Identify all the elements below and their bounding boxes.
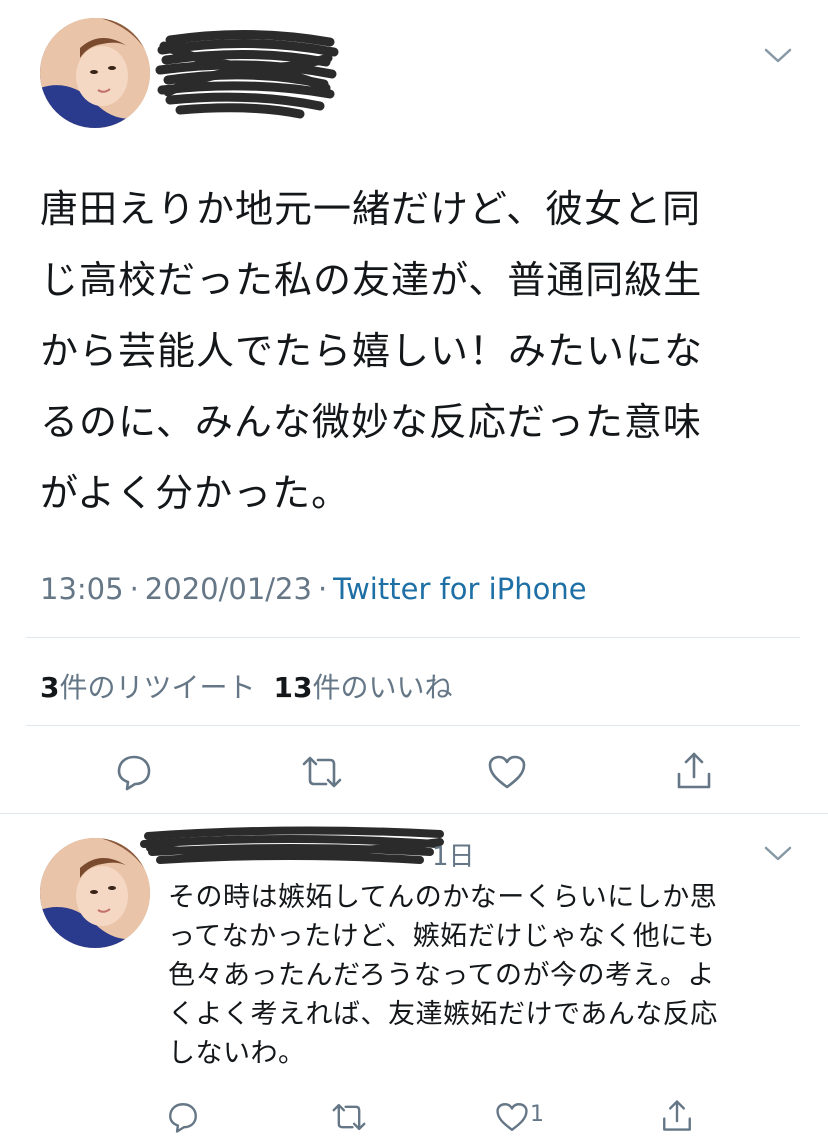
likes-link[interactable]: 13件のいいね — [274, 671, 453, 704]
reply-text-line: その時は嫉妬してんのかなーくらいにしか思 — [168, 882, 718, 913]
reply-reply-button[interactable] — [166, 1100, 200, 1134]
retweet-label: 件のリツイート — [59, 671, 256, 704]
reply-bubble-icon — [117, 755, 151, 791]
share-icon — [663, 1100, 691, 1131]
reply-button[interactable] — [114, 752, 154, 792]
chevron-down-icon[interactable] — [764, 46, 792, 66]
retweet-button[interactable] — [300, 752, 344, 792]
reply-retweet-button[interactable] — [330, 1100, 368, 1134]
tweet-source-link[interactable]: Twitter for iPhone — [333, 572, 586, 606]
tweet-text-line: るのに、みんな微妙な反応だった意味 — [40, 400, 702, 444]
like-label: 件のいいね — [312, 671, 453, 704]
author-avatar[interactable] — [40, 18, 150, 128]
divider — [26, 637, 800, 638]
reply-text-line: ってなかったけど、嫉妬だけじゃなく他にも — [168, 921, 716, 952]
tweet-date: 2020/01/23 — [144, 572, 312, 606]
reply-text: その時は嫉妬してんのかなーくらいにしか思 ってなかったけど、嫉妬だけじゃなく他に… — [168, 878, 788, 1073]
reply-text-line: しないわ。 — [168, 1038, 306, 1069]
tweet-text-line: じ高校だった私の友達が、普通同級生 — [40, 258, 703, 302]
heart-icon — [496, 1103, 528, 1131]
meta-separator: · — [317, 572, 328, 606]
tweet-meta: 13:05 · 2020/01/23 · Twitter for iPhone — [40, 572, 587, 606]
meta-separator: · — [129, 572, 139, 606]
like-button[interactable] — [486, 752, 528, 792]
retweets-link[interactable]: 3件のリツイート — [40, 671, 256, 704]
tweet-time: 13:05 — [40, 572, 124, 606]
reply-like-button[interactable]: 1 — [494, 1100, 554, 1134]
divider — [26, 725, 800, 726]
redacted-username — [150, 22, 340, 122]
tweet-text-line: から芸能人でたら嬉しい！みたいにな — [40, 329, 704, 373]
share-button[interactable] — [674, 750, 714, 792]
like-count: 13 — [273, 671, 313, 704]
reply-bubble-icon — [169, 1103, 197, 1133]
share-icon — [677, 752, 711, 789]
tweet-text-line: がよく分かった。 — [40, 471, 351, 515]
tweet-stats: 3件のリツイート 13件のいいね — [40, 666, 452, 706]
retweet-icon — [302, 756, 342, 788]
retweet-count: 3 — [40, 671, 60, 704]
divider — [0, 813, 828, 814]
tweet-text: 唐田えりか地元一緒だけど、彼女と同 じ高校だった私の友達が、普通同級生 から芸能… — [40, 174, 800, 529]
reply-date: 1日 — [432, 842, 475, 872]
chevron-down-icon[interactable] — [764, 844, 792, 864]
redacted-reply-username — [140, 822, 450, 872]
reply-share-button[interactable] — [660, 1098, 694, 1134]
reply-like-count: 1 — [530, 1102, 544, 1127]
reply-text-line: くよく考えれば、友達嫉妬だけであんな反応 — [168, 999, 718, 1030]
heart-icon — [488, 755, 526, 789]
retweet-icon — [332, 1103, 366, 1131]
reply-author-avatar[interactable] — [40, 838, 150, 948]
reply-text-line: 色々あったんだろうなってのが今の考え。よ — [168, 960, 716, 991]
tweet-text-line: 唐田えりか地元一緒だけど、彼女と同 — [40, 187, 702, 231]
